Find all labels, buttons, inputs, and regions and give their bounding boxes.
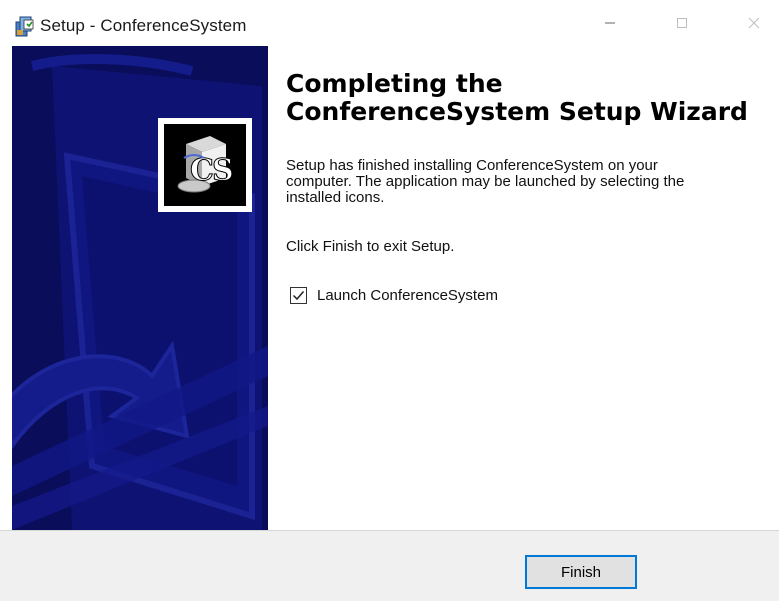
- button-bar: Finish: [0, 530, 779, 601]
- description-line1: Setup has finished installing Conference…: [286, 157, 658, 174]
- description-line2: computer. The application may be launche…: [286, 173, 685, 190]
- launch-checkbox[interactable]: [290, 286, 307, 304]
- svg-text:S: S: [212, 153, 234, 188]
- close-button[interactable]: [734, 8, 774, 38]
- cs-logo-icon: C S: [164, 124, 246, 206]
- setup-wizard-window: Setup - ConferenceSystem C S Completing …: [0, 0, 779, 601]
- page-title-line1: Completing the: [286, 69, 503, 98]
- minimize-icon: [605, 22, 615, 24]
- maximize-icon: [677, 18, 687, 28]
- page-title-line2: ConferenceSystem Setup Wizard: [286, 97, 748, 126]
- finish-button[interactable]: Finish: [525, 555, 637, 589]
- window-title: Setup - ConferenceSystem: [40, 16, 247, 35]
- completion-description: Setup has finished installing Conference…: [286, 158, 756, 206]
- checkmark-icon: [292, 290, 305, 300]
- installer-icon: [14, 14, 38, 38]
- launch-option[interactable]: Launch ConferenceSystem: [290, 284, 498, 306]
- description-line3: installed icons.: [286, 189, 385, 206]
- finish-instruction: Click Finish to exit Setup.: [286, 238, 455, 255]
- wizard-banner: C S: [12, 46, 268, 530]
- svg-text:C: C: [190, 153, 214, 188]
- minimize-button[interactable]: [590, 8, 630, 38]
- maximize-button[interactable]: [662, 8, 702, 38]
- launch-checkbox-label[interactable]: Launch ConferenceSystem: [317, 287, 498, 304]
- page-title: Completing the ConferenceSystem Setup Wi…: [286, 70, 766, 126]
- logo-frame: C S: [158, 118, 252, 212]
- title-bar[interactable]: Setup - ConferenceSystem: [0, 0, 779, 44]
- close-icon: [748, 17, 760, 29]
